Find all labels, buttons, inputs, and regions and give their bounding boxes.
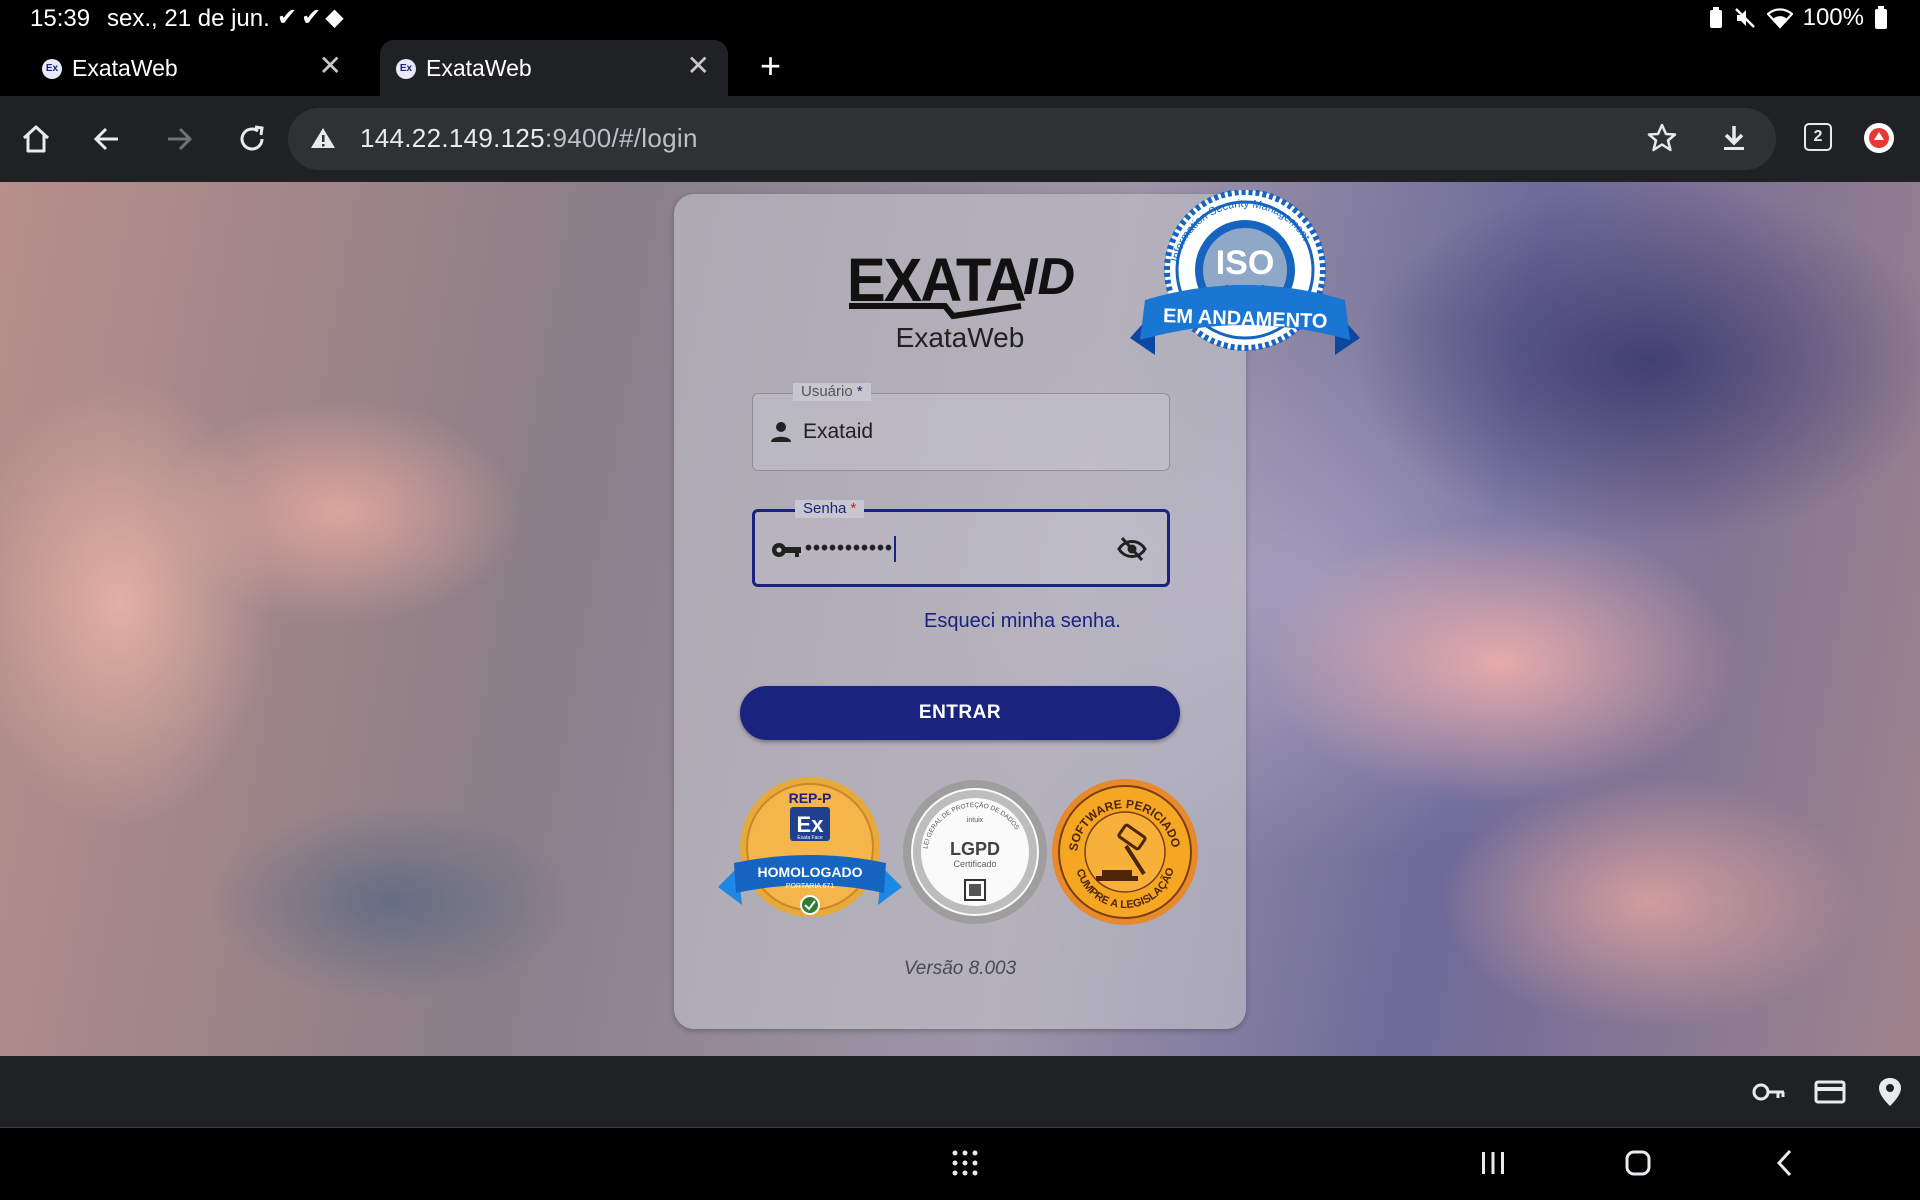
username-field[interactable]: Usuário * Exataid (752, 383, 1170, 471)
check-icon: ✔ (277, 4, 302, 31)
visibility-off-eye-icon[interactable] (1117, 536, 1147, 562)
close-icon[interactable]: ✕ (687, 52, 710, 80)
svg-text:REP-P: REP-P (789, 790, 832, 806)
system-icons: 100% (1709, 4, 1888, 32)
battery-icon (1875, 6, 1887, 29)
exataid-logo: EXATA ID (847, 246, 1075, 320)
svg-text:Certificado: Certificado (953, 859, 996, 869)
home-button-icon[interactable] (1623, 1148, 1653, 1178)
status-time: 15:39 (30, 5, 91, 32)
tab-title: ExataWeb (426, 55, 532, 81)
reload-icon[interactable] (233, 120, 271, 158)
download-icon[interactable] (1718, 122, 1750, 154)
payment-card-icon[interactable] (1814, 1076, 1846, 1108)
person-icon (771, 422, 791, 442)
tab-strip: Ex ExataWeb ✕ Ex ExataWeb ✕ + (0, 36, 1920, 96)
not-secure-warning-icon[interactable] (310, 126, 336, 150)
rep-p-homologado-seal: REP-P Ex Exata Face HOMOLOGADO PORTARIA … (718, 777, 902, 917)
svg-text:HOMOLOGADO: HOMOLOGADO (758, 864, 863, 880)
tab-title: ExataWeb (72, 55, 178, 81)
recent-apps-icon[interactable] (1478, 1148, 1508, 1178)
password-value: ••••••••••• (805, 536, 897, 562)
login-submit-button[interactable]: ENTRAR (740, 686, 1180, 740)
notification-icons: ✔✔◆ (277, 3, 348, 32)
bookmark-star-icon[interactable] (1646, 122, 1678, 154)
back-arrow-icon[interactable] (88, 120, 126, 158)
text-caret (894, 536, 897, 562)
browser-toolbar: 144.22.149.125:9400/#/login 2 (0, 96, 1920, 182)
close-icon[interactable]: ✕ (319, 52, 342, 80)
tab-switcher-button[interactable]: 2 (1804, 123, 1832, 151)
favicon-icon: Ex (396, 59, 416, 79)
url-text[interactable]: 144.22.149.125:9400/#/login (360, 123, 698, 154)
profile-update-icon[interactable] (1864, 123, 1894, 153)
svg-text:Exata Face: Exata Face (797, 835, 823, 841)
web-content: EXATA ID ExataWeb Information Security M… (0, 182, 1920, 1056)
password-field[interactable]: Senha * ••••••••••• (752, 500, 1170, 587)
app-drawer-grid-icon[interactable] (950, 1148, 980, 1178)
home-icon[interactable] (17, 120, 55, 158)
battery-percent: 100% (1802, 4, 1864, 31)
new-tab-plus-icon[interactable]: + (760, 46, 781, 86)
browser-bottom-bar (0, 1056, 1920, 1128)
svg-text:ID: ID (1023, 248, 1075, 306)
check-icon: ✔ (301, 4, 326, 31)
svg-text:PORTARIA 671: PORTARIA 671 (786, 883, 834, 890)
svg-text:LGPD: LGPD (950, 839, 1000, 859)
svg-text:ISO: ISO (1216, 244, 1275, 282)
address-bar[interactable]: 144.22.149.125:9400/#/login (288, 108, 1776, 170)
forgot-password-link[interactable]: Esqueci minha senha. (924, 610, 1121, 633)
mute-icon (1734, 8, 1755, 28)
status-bar: 15:39 sex., 21 de jun. ✔✔◆ 100% (0, 0, 1920, 36)
status-date: sex., 21 de jun. (107, 5, 270, 32)
software-periciado-seal: SOFTWARE PERICIADO CUMPRE A LEGISLAÇÃO (1052, 779, 1198, 925)
password-label: Senha * (795, 500, 865, 518)
username-label: Usuário * (793, 383, 871, 401)
back-button-icon[interactable] (1770, 1148, 1800, 1178)
system-navigation-bar (0, 1128, 1920, 1200)
location-pin-icon[interactable] (1876, 1076, 1904, 1108)
favicon-icon: Ex (42, 59, 62, 79)
browser-tab-2-active[interactable]: Ex ExataWeb ✕ (380, 40, 728, 96)
forward-arrow-icon[interactable] (160, 120, 198, 158)
svg-text:intuix: intuix (967, 817, 984, 824)
svg-text:Ex: Ex (797, 812, 825, 837)
key-icon (772, 543, 801, 557)
lgpd-certificado-seal: LEI GERAL DE PROTEÇÃO DE DADOS intuix LG… (903, 780, 1047, 924)
username-value: Exataid (803, 420, 874, 443)
password-key-icon[interactable] (1752, 1076, 1786, 1108)
diamond-icon: ◆ (325, 4, 348, 31)
wifi-icon (1766, 8, 1793, 29)
version-text: Versão 8.003 (903, 958, 1017, 979)
battery-saver-icon (1709, 7, 1722, 28)
browser-tab-1[interactable]: Ex ExataWeb ✕ (12, 40, 360, 96)
iso-27001-badge: Information Security Management ISO 2700… (1130, 190, 1360, 355)
